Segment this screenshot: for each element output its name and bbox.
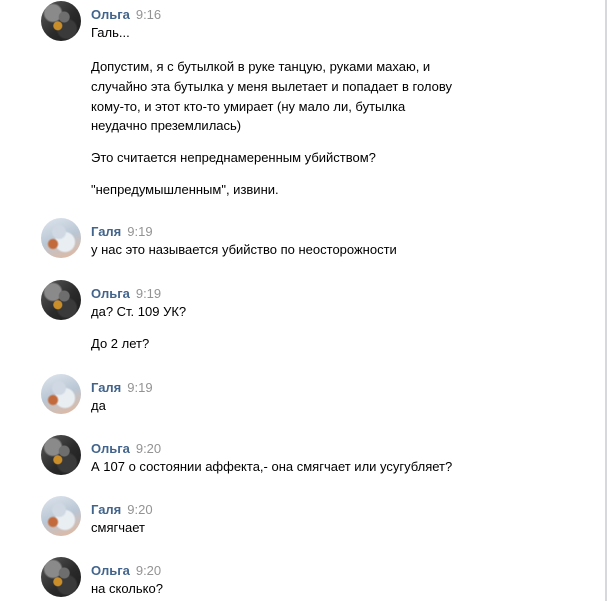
message-time[interactable]: 9:20 (136, 563, 161, 578)
message-header: Галя 9:19 (91, 379, 153, 397)
message-text: на сколько? (91, 581, 163, 596)
message-time[interactable]: 9:20 (127, 502, 152, 517)
message-time[interactable]: 9:19 (127, 224, 152, 239)
message-time[interactable]: 9:19 (127, 380, 152, 395)
author-name[interactable]: Галя (91, 502, 121, 517)
author-name[interactable]: Галя (91, 380, 121, 395)
message-time[interactable]: 9:20 (136, 441, 161, 456)
message-text: Это считается непреднамеренным убийством… (91, 150, 376, 165)
message-text: кому-то, и этот кто-то умирает (ну мало … (91, 99, 406, 114)
olga-avatar[interactable] (41, 1, 81, 41)
message-time[interactable]: 9:16 (136, 7, 161, 22)
message-header: Ольга 9:16 (91, 6, 161, 24)
olga-avatar[interactable] (41, 280, 81, 320)
message-text: "непредумышленным", извини. (91, 182, 279, 197)
olga-avatar[interactable] (41, 557, 81, 597)
author-name[interactable]: Ольга (91, 286, 130, 301)
message-text: да (91, 398, 106, 413)
message-header: Галя 9:19 (91, 223, 153, 241)
message-header: Ольга 9:19 (91, 285, 161, 303)
galya-avatar[interactable] (41, 496, 81, 536)
message-text: да? Ст. 109 УК? (91, 304, 187, 319)
message-text: смягчает (91, 520, 145, 535)
galya-avatar[interactable] (41, 218, 81, 258)
message-text: До 2 лет? (91, 336, 150, 351)
message-text: Галь... (91, 25, 130, 40)
message-text: у нас это называется убийство по неостор… (91, 242, 397, 257)
author-name[interactable]: Ольга (91, 563, 130, 578)
message-header: Ольга 9:20 (91, 440, 161, 458)
author-name[interactable]: Ольга (91, 441, 130, 456)
author-name[interactable]: Ольга (91, 7, 130, 22)
galya-avatar[interactable] (41, 374, 81, 414)
message-text: Допустим, я с бутылкой в руке танцую, ру… (91, 59, 431, 74)
message-text: неудачно преземлилась) (91, 118, 242, 133)
message-header: Ольга 9:20 (91, 562, 161, 580)
message-text: А 107 о состоянии аффекта,- она смягчает… (91, 459, 453, 474)
message-time[interactable]: 9:19 (136, 286, 161, 301)
olga-avatar[interactable] (41, 435, 81, 475)
message-header: Галя 9:20 (91, 501, 153, 519)
author-name[interactable]: Галя (91, 224, 121, 239)
message-text: случайно эта бутылка у меня вылетает и п… (91, 79, 452, 94)
